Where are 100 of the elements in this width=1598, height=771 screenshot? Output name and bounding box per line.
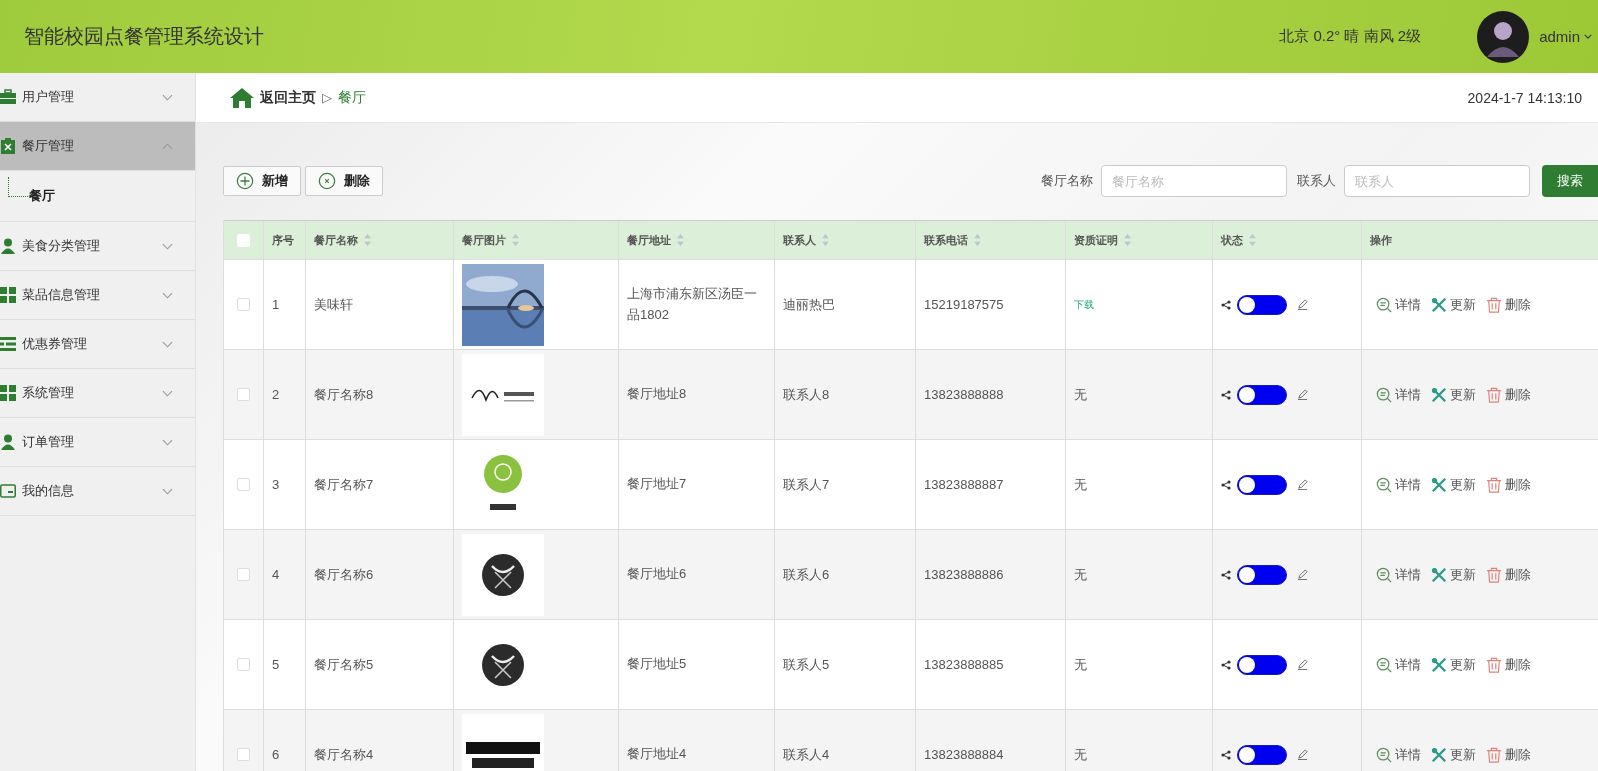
sidebar-item[interactable]: 菜品信息管理 — [0, 271, 195, 320]
detail-button[interactable]: 详情 — [1376, 745, 1421, 764]
share-icon[interactable] — [1221, 749, 1231, 760]
trash-icon — [1486, 746, 1502, 763]
toggle-switch[interactable] — [1237, 564, 1287, 585]
table-cell: 餐厅名称8 — [314, 385, 374, 404]
column-header: 餐厅图片 — [462, 232, 506, 248]
tools-icon — [1431, 296, 1447, 313]
toggle-switch[interactable] — [1237, 654, 1287, 675]
update-button[interactable]: 更新 — [1431, 655, 1476, 674]
table-cell: 13823888885 — [924, 657, 1004, 672]
detail-button[interactable]: 详情 — [1376, 655, 1421, 674]
checkbox[interactable] — [237, 298, 250, 311]
checkbox[interactable] — [237, 388, 250, 401]
delete-button[interactable]: 删除 — [1486, 385, 1531, 404]
delete-button[interactable]: 删除 — [1486, 745, 1531, 764]
column-header: 操作 — [1370, 232, 1392, 248]
table-cell: 5 — [272, 657, 280, 672]
sidebar-subitem[interactable]: 餐厅 — [29, 187, 55, 205]
delete-button[interactable]: 删除 — [1486, 475, 1531, 494]
avatar-icon[interactable] — [1477, 10, 1530, 63]
user-menu[interactable]: admin — [1539, 28, 1580, 45]
toggle-switch[interactable] — [1237, 744, 1287, 765]
update-button[interactable]: 更新 — [1431, 295, 1476, 314]
pencil-icon[interactable] — [1297, 749, 1308, 760]
update-button[interactable]: 更新 — [1431, 385, 1476, 404]
table-cell: 13823888888 — [924, 387, 1004, 402]
table-cell: 联系人4 — [783, 745, 830, 764]
table-cell: 6 — [272, 747, 280, 762]
table-cell: 2 — [272, 387, 280, 402]
delete-button[interactable]: 删除 — [305, 166, 383, 196]
table-cell: 无 — [1074, 475, 1087, 494]
column-header: 序号 — [272, 232, 294, 248]
sidebar-item[interactable]: 美食分类管理 — [0, 222, 195, 271]
checkbox[interactable] — [237, 658, 250, 671]
sidebar-item[interactable]: 餐厅管理 — [0, 122, 195, 171]
share-icon[interactable] — [1221, 569, 1231, 580]
person-icon — [0, 238, 16, 254]
pencil-icon[interactable] — [1297, 299, 1308, 310]
toggle-switch[interactable] — [1237, 294, 1287, 315]
grid-icon — [0, 287, 16, 303]
home-link[interactable]: 返回主页 — [260, 88, 316, 107]
checkbox[interactable] — [237, 478, 250, 491]
x-circle-icon — [318, 172, 336, 190]
table-cell: 无 — [1074, 565, 1087, 584]
caret-icon[interactable] — [1584, 34, 1592, 39]
tools-icon — [1431, 656, 1447, 673]
weather-text: 北京 0.2° 晴 南风 2级 — [1279, 27, 1422, 46]
sidebar-item[interactable]: 订单管理 — [0, 418, 195, 467]
tools-icon — [1431, 386, 1447, 403]
column-header: 联系电话 — [924, 232, 968, 248]
checkbox[interactable] — [237, 568, 250, 581]
share-icon[interactable] — [1221, 299, 1231, 310]
pencil-icon[interactable] — [1297, 659, 1308, 670]
magnifier-icon — [1376, 656, 1392, 673]
trash-icon — [1486, 656, 1502, 673]
magnifier-icon — [1376, 566, 1392, 583]
sidebar-item[interactable]: 优惠券管理 — [0, 320, 195, 369]
clipboard-icon — [0, 138, 16, 154]
sidebar-item[interactable]: 系统管理 — [0, 369, 195, 418]
detail-button[interactable]: 详情 — [1376, 385, 1421, 404]
detail-button[interactable]: 详情 — [1376, 475, 1421, 494]
home-icon[interactable] — [230, 87, 254, 108]
table-cell: 联系人8 — [783, 385, 830, 404]
search-field[interactable]: 联系人 — [1344, 165, 1530, 197]
update-button[interactable]: 更新 — [1431, 475, 1476, 494]
pencil-icon[interactable] — [1297, 479, 1308, 490]
breadcrumb-separator: ▷ — [322, 90, 332, 105]
detail-button[interactable]: 详情 — [1376, 565, 1421, 584]
table-cell: 美味轩 — [314, 295, 353, 314]
share-icon[interactable] — [1221, 479, 1231, 490]
sidebar-item[interactable]: 我的信息 — [0, 467, 195, 516]
add-button[interactable]: 新增 — [223, 166, 301, 196]
table-cell-text: 餐厅地址5 — [627, 655, 687, 674]
share-icon[interactable] — [1221, 659, 1231, 670]
trash-icon — [1486, 386, 1502, 403]
column-header: 联系人 — [783, 232, 816, 248]
detail-button[interactable]: 详情 — [1376, 295, 1421, 314]
delete-button[interactable]: 删除 — [1486, 565, 1531, 584]
table-cell: 餐厅名称7 — [314, 475, 374, 494]
delete-button[interactable]: 删除 — [1486, 655, 1531, 674]
list-icon — [0, 336, 16, 352]
field-label: 餐厅名称 — [1041, 172, 1093, 190]
pencil-icon[interactable] — [1297, 569, 1308, 580]
update-button[interactable]: 更新 — [1431, 745, 1476, 764]
search-button[interactable]: 搜索 — [1542, 165, 1598, 197]
toggle-switch[interactable] — [1237, 384, 1287, 405]
datetime-text: 2024-1-7 14:13:10 — [1467, 89, 1582, 106]
share-icon[interactable] — [1221, 389, 1231, 400]
checkbox[interactable] — [237, 748, 250, 761]
magnifier-icon — [1376, 746, 1392, 763]
update-button[interactable]: 更新 — [1431, 565, 1476, 584]
trash-icon — [1486, 476, 1502, 493]
table-cell: 联系人5 — [783, 655, 830, 674]
delete-button[interactable]: 删除 — [1486, 295, 1531, 314]
column-header: 餐厅地址 — [627, 232, 671, 248]
table-cell-text: 餐厅地址4 — [627, 745, 687, 764]
pencil-icon[interactable] — [1297, 389, 1308, 400]
search-field[interactable]: 餐厅名称 — [1101, 165, 1287, 197]
toggle-switch[interactable] — [1237, 474, 1287, 495]
